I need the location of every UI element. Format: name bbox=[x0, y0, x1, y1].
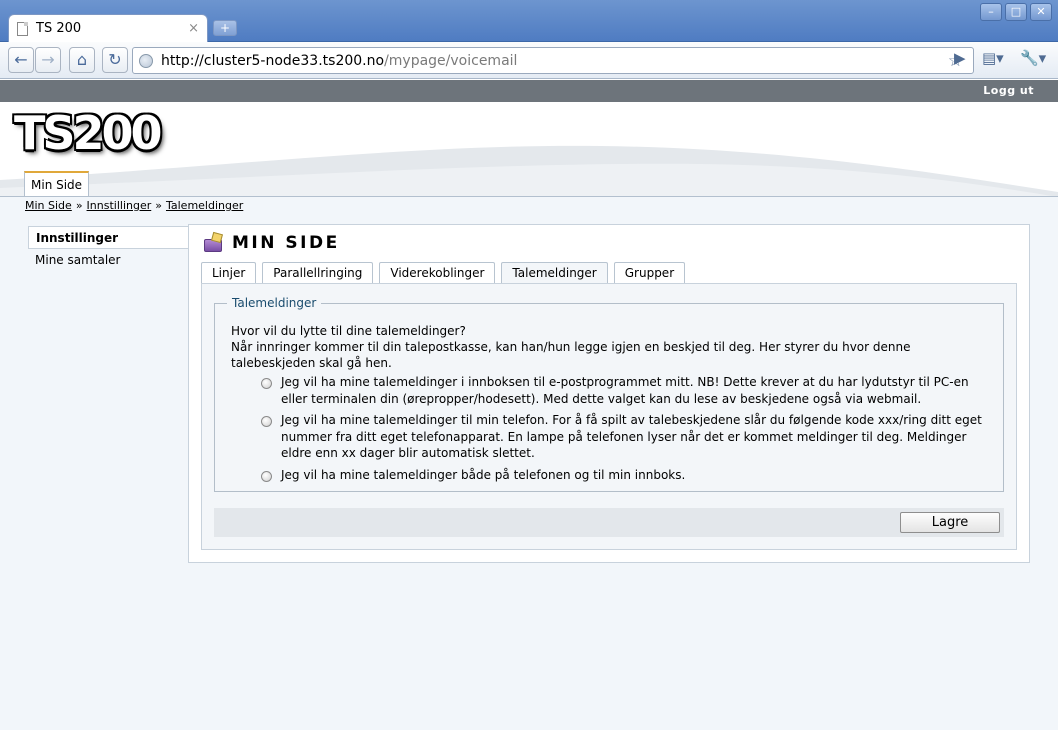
reload-button[interactable]: ↻ bbox=[102, 47, 128, 73]
url-host: http://cluster5-node33.ts200.no bbox=[161, 52, 385, 69]
tab-talemeldinger[interactable]: Talemeldinger bbox=[501, 262, 608, 285]
question-text: Hvor vil du lytte til dine talemeldinger… bbox=[231, 324, 466, 338]
tab-viderekoblinger[interactable]: Viderekoblinger bbox=[379, 262, 496, 284]
play-icon[interactable]: ▶ bbox=[954, 49, 966, 67]
page-menu-icon[interactable]: ▤▾ bbox=[982, 49, 1004, 67]
mailbox-icon bbox=[203, 231, 225, 253]
back-button[interactable]: ← bbox=[8, 47, 34, 73]
forward-button[interactable]: → bbox=[35, 47, 61, 73]
content-tabs: Linjer Parallellringing Viderekoblinger … bbox=[201, 262, 691, 285]
tab-parallellringing[interactable]: Parallellringing bbox=[262, 262, 374, 284]
content-box: MIN SIDE Linjer Parallellringing Viderek… bbox=[188, 224, 1030, 563]
option-label: Jeg vil ha mine talemeldinger både på te… bbox=[281, 467, 686, 482]
arrow-left-icon: ← bbox=[14, 50, 28, 69]
tab-title: TS 200 bbox=[36, 21, 82, 36]
wrench-menu-icon[interactable]: 🔧▾ bbox=[1020, 49, 1046, 67]
browser-toolbar: ← → ⌂ ↻ http://cluster5-node33.ts200.no /… bbox=[0, 42, 1058, 79]
arrow-right-icon: → bbox=[41, 50, 55, 69]
new-tab-button[interactable]: + bbox=[213, 20, 237, 36]
voicemail-options: Jeg vil ha mine talemeldinger i innbokse… bbox=[261, 374, 996, 488]
tab-grupper[interactable]: Grupper bbox=[613, 262, 686, 284]
user-bar: Logg ut bbox=[0, 80, 1058, 102]
radio-both[interactable] bbox=[261, 470, 272, 482]
breadcrumb-innstillinger[interactable]: Innstillinger bbox=[87, 199, 152, 212]
option-email-inbox[interactable]: Jeg vil ha mine talemeldinger i innbokse… bbox=[261, 374, 996, 407]
globe-icon bbox=[139, 53, 153, 68]
option-label: Jeg vil ha mine talemeldinger i innbokse… bbox=[281, 375, 969, 406]
main-nav-min-side[interactable]: Min Side bbox=[24, 171, 90, 196]
page-icon bbox=[17, 21, 28, 36]
breadcrumb-separator: » bbox=[75, 199, 83, 212]
page-title: MIN SIDE bbox=[232, 233, 340, 253]
sidebar: Innstillinger Mine samtaler bbox=[28, 226, 190, 272]
minimize-button[interactable]: – bbox=[980, 3, 1002, 21]
sidebar-item-mine-samtaler[interactable]: Mine samtaler bbox=[28, 249, 190, 272]
tab-panel: Talemeldinger Hvor vil du lytte til dine… bbox=[201, 283, 1017, 550]
page-heading: MIN SIDE bbox=[203, 231, 340, 253]
radio-phone[interactable] bbox=[261, 416, 272, 427]
sidebar-item-innstillinger[interactable]: Innstillinger bbox=[28, 226, 190, 249]
breadcrumb-separator: » bbox=[155, 199, 162, 212]
logout-link[interactable]: Logg ut bbox=[983, 84, 1034, 97]
breadcrumb: Min Side» Innstillinger» Talemeldinger bbox=[25, 199, 243, 212]
reload-icon: ↻ bbox=[108, 50, 122, 69]
voicemail-fieldset: Talemeldinger Hvor vil du lytte til dine… bbox=[214, 296, 1004, 492]
home-button[interactable]: ⌂ bbox=[69, 47, 95, 73]
url-path: /mypage/voicemail bbox=[384, 52, 518, 69]
option-label: Jeg vil ha mine talemeldinger til min te… bbox=[281, 413, 982, 460]
action-bar: Lagre bbox=[214, 508, 1004, 537]
home-icon: ⌂ bbox=[76, 50, 88, 69]
site-logo[interactable]: TS200 bbox=[14, 106, 163, 160]
save-button[interactable]: Lagre bbox=[900, 512, 1000, 533]
site-header: TS200 Min Side bbox=[0, 102, 1058, 197]
browser-tab[interactable]: TS 200 × bbox=[8, 14, 208, 42]
tab-linjer[interactable]: Linjer bbox=[201, 262, 257, 284]
fieldset-legend: Talemeldinger bbox=[227, 296, 322, 310]
close-tab-icon[interactable]: × bbox=[188, 21, 199, 36]
maximize-button[interactable]: □ bbox=[1005, 3, 1027, 21]
breadcrumb-talemeldinger[interactable]: Talemeldinger bbox=[166, 199, 243, 212]
option-both[interactable]: Jeg vil ha mine talemeldinger både på te… bbox=[261, 467, 996, 484]
web-page: Logg ut TS200 Min Side Min Side» Innstill… bbox=[0, 80, 1058, 730]
description-text: Når innringer kommer til din talepostkas… bbox=[231, 340, 911, 370]
radio-email-inbox[interactable] bbox=[261, 378, 272, 389]
intro-text: Hvor vil du lytte til dine talemeldinger… bbox=[231, 323, 991, 371]
close-window-button[interactable]: ✕ bbox=[1030, 3, 1052, 21]
breadcrumb-min-side[interactable]: Min Side bbox=[25, 199, 72, 212]
address-bar[interactable]: http://cluster5-node33.ts200.no/mypage/v… bbox=[132, 47, 974, 74]
option-phone[interactable]: Jeg vil ha mine talemeldinger til min te… bbox=[261, 412, 996, 462]
browser-titlebar: TS 200 × + – □ ✕ bbox=[0, 0, 1058, 42]
